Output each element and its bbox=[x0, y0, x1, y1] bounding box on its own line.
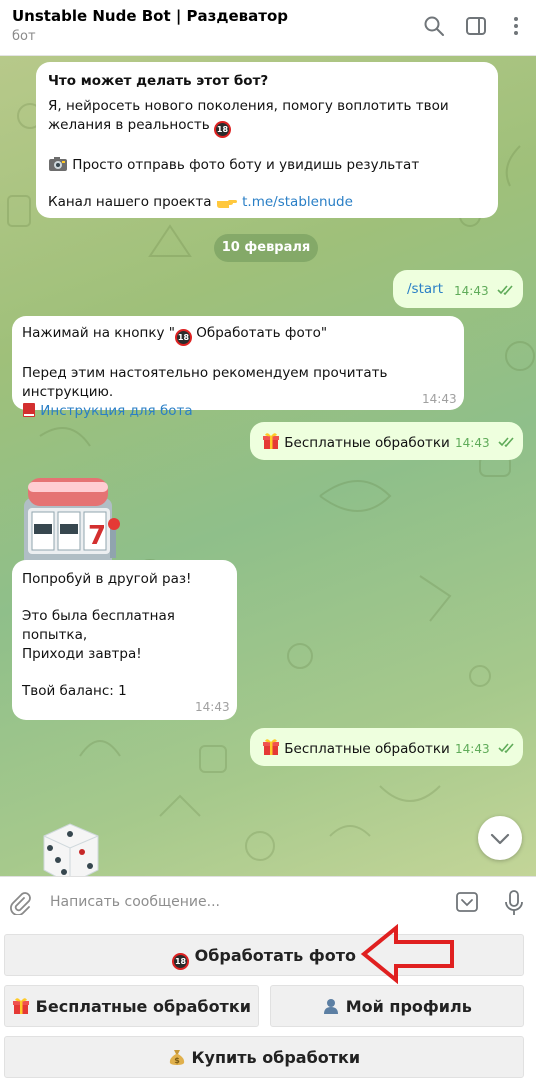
more-icon[interactable] bbox=[504, 14, 528, 38]
message-time: 14:43 bbox=[455, 742, 490, 756]
annotation-arrow-icon bbox=[360, 924, 454, 984]
message-text[interactable]: Бесплатные обработки bbox=[262, 738, 450, 759]
pointing-hand-icon bbox=[216, 200, 237, 208]
gift-icon bbox=[13, 998, 30, 1014]
bot-info-line1: Я, нейросеть нового поколения, помогу во… bbox=[48, 98, 449, 114]
message-text[interactable]: /start bbox=[407, 280, 443, 299]
user-icon bbox=[324, 999, 339, 1014]
message-time: 14:43 bbox=[454, 284, 489, 298]
message-text[interactable]: Бесплатные обработки bbox=[262, 432, 450, 453]
message-instruction[interactable]: Нажимай на кнопку " 18 Обработать фото" П… bbox=[12, 316, 464, 419]
chat-title[interactable]: Unstable Nude Bot | Раздеватор bbox=[12, 7, 288, 25]
attach-icon[interactable] bbox=[8, 891, 32, 915]
chat-area[interactable]: Что может делать этот бот? Я, нейросеть … bbox=[0, 56, 536, 876]
bot-info-line2: желания в реальность bbox=[48, 117, 210, 133]
free2-text: Бесплатные обработки bbox=[284, 741, 450, 757]
camera-icon bbox=[49, 157, 67, 171]
read-checks-icon bbox=[497, 285, 513, 295]
channel-label: Канал нашего проекта bbox=[48, 194, 212, 210]
bot-info-channel: Канал нашего проекта t.me/stablenude bbox=[48, 193, 486, 212]
keyboard-toggle-icon[interactable] bbox=[455, 890, 479, 914]
my-profile-button[interactable]: Мой профиль bbox=[270, 985, 524, 1027]
chat-subtitle: бот bbox=[12, 29, 36, 44]
money-bag-icon: $ bbox=[169, 1050, 184, 1065]
free-processing-button[interactable]: Бесплатные обработки bbox=[4, 985, 259, 1027]
chevron-down-icon bbox=[490, 833, 510, 845]
svg-text:7: 7 bbox=[88, 521, 106, 551]
buy-processing-label: Купить обработки bbox=[191, 1048, 361, 1067]
read-checks-icon bbox=[498, 743, 514, 753]
book-icon bbox=[23, 403, 35, 417]
dice-icon[interactable] bbox=[36, 820, 106, 876]
bot-info-card: Что может делать этот бот? Я, нейросеть … bbox=[36, 62, 498, 218]
adult-18-icon: 18 bbox=[214, 121, 231, 138]
bot-info-instruction: Просто отправь фото боту и увидишь резул… bbox=[48, 156, 486, 175]
instruction-text: Перед этим настоятельно рекомендуем проч… bbox=[22, 365, 388, 400]
instruction-line1-a: Нажимай на кнопку " bbox=[22, 325, 175, 341]
my-profile-label: Мой профиль bbox=[345, 997, 472, 1016]
chat-header: Unstable Nude Bot | Раздеватор бот bbox=[0, 0, 536, 56]
message-time: 14:43 bbox=[195, 700, 230, 714]
instruction-line2: Перед этим настоятельно рекомендуем проч… bbox=[22, 364, 454, 421]
sidebar-toggle-icon[interactable] bbox=[464, 14, 488, 38]
adult-18-icon: 18 bbox=[174, 329, 192, 346]
free1-text: Бесплатные обработки bbox=[284, 435, 450, 451]
message-free-1[interactable]: Бесплатные обработки 14:43 bbox=[250, 422, 523, 460]
search-icon[interactable] bbox=[422, 14, 446, 38]
gift-icon bbox=[263, 739, 279, 755]
message-time: 14:43 bbox=[455, 436, 490, 450]
gift-icon bbox=[263, 433, 279, 449]
instruction-line1: Нажимай на кнопку " 18 Обработать фото" bbox=[22, 324, 454, 346]
microphone-icon[interactable] bbox=[502, 889, 526, 917]
process-photo-label: Обработать фото bbox=[194, 946, 356, 965]
instruction-line1-b: Обработать фото" bbox=[191, 325, 328, 341]
adult-18-icon: 18 bbox=[172, 953, 190, 970]
retry-paragraph: Это была бесплатная попытка, Приходи зав… bbox=[22, 607, 227, 664]
bot-info-description: Я, нейросеть нового поколения, помогу во… bbox=[48, 97, 486, 138]
message-retry[interactable]: Попробуй в другой раз! Это была бесплатн… bbox=[12, 560, 237, 720]
bot-info-line3: Просто отправь фото боту и увидишь резул… bbox=[72, 157, 420, 173]
buy-processing-button[interactable]: $ Купить обработки bbox=[4, 1036, 524, 1078]
message-time: 14:43 bbox=[422, 392, 457, 406]
scroll-down-button[interactable] bbox=[478, 816, 522, 860]
message-composer: Написать сообщение... bbox=[0, 876, 536, 928]
retry-line2: Это была бесплатная попытка, bbox=[22, 608, 175, 643]
date-separator: 10 февраля bbox=[214, 234, 318, 262]
message-free-2[interactable]: Бесплатные обработки 14:43 bbox=[250, 728, 523, 766]
svg-text:$: $ bbox=[174, 1056, 180, 1065]
channel-link[interactable]: t.me/stablenude bbox=[242, 194, 353, 210]
retry-line3: Приходи завтра! bbox=[22, 646, 142, 662]
bot-info-heading: Что может делать этот бот? bbox=[48, 73, 269, 89]
message-start[interactable]: /start 14:43 bbox=[393, 270, 523, 308]
retry-line1: Попробуй в другой раз! bbox=[22, 571, 192, 587]
message-input[interactable]: Написать сообщение... bbox=[50, 894, 220, 910]
free-processing-label: Бесплатные обработки bbox=[35, 997, 251, 1016]
instruction-link[interactable]: Инструкция для бота bbox=[40, 403, 192, 419]
read-checks-icon bbox=[498, 437, 514, 447]
